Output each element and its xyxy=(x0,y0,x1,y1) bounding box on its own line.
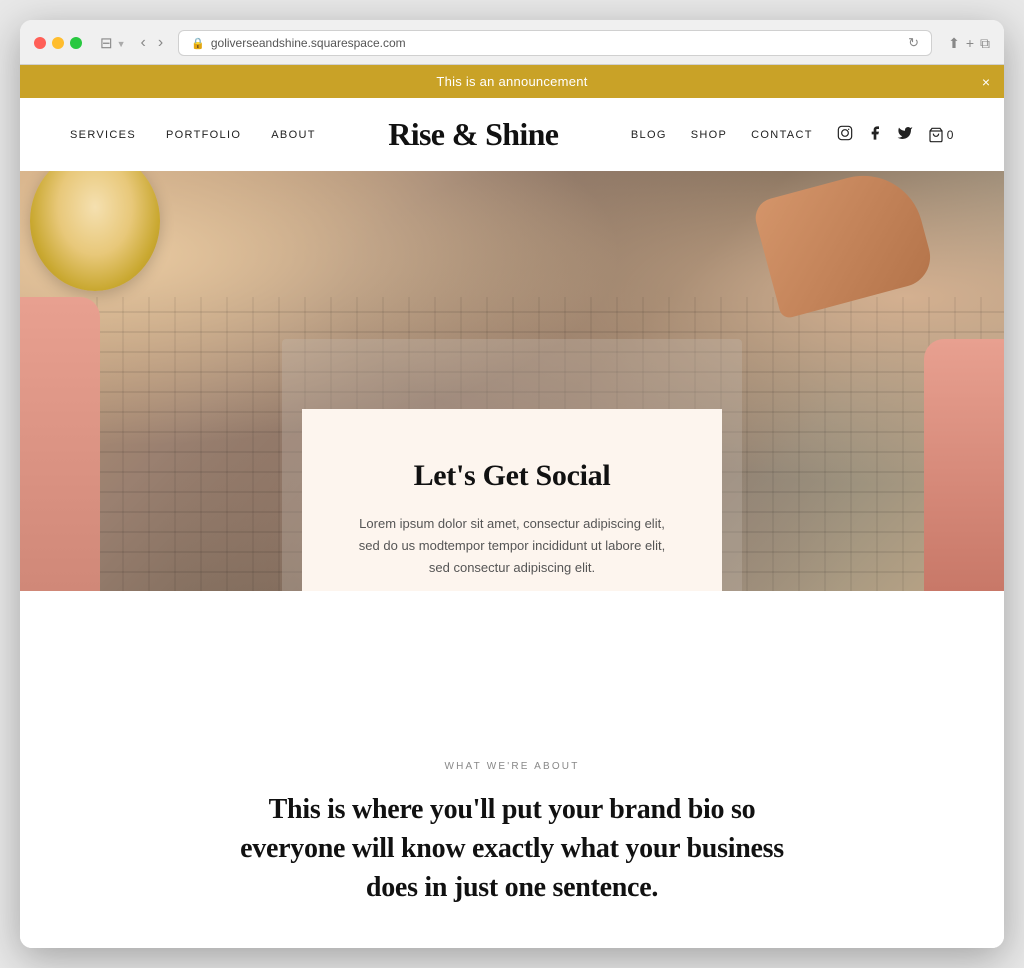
windows-button[interactable]: ⧉ xyxy=(980,35,990,52)
browser-chrome: ⊟ ▼ ‹ › 🔒 goliverseandshine.squarespace.… xyxy=(20,20,1004,65)
url-text: goliverseandshine.squarespace.com xyxy=(211,36,406,50)
nav-social-icons: 0 xyxy=(837,125,954,145)
pink-fabric-right xyxy=(924,339,1004,591)
new-tab-button[interactable]: + xyxy=(966,35,974,51)
traffic-lights xyxy=(34,37,82,49)
minimize-traffic-light[interactable] xyxy=(52,37,64,49)
browser-action-buttons: ⬆ + ⧉ xyxy=(948,35,990,52)
navigation: SERVICES PORTFOLIO ABOUT Rise & Shine BL… xyxy=(20,98,1004,171)
site-logo[interactable]: Rise & Shine xyxy=(316,116,631,153)
nav-portfolio-link[interactable]: PORTFOLIO xyxy=(166,129,241,141)
announcement-text: This is an announcement xyxy=(436,74,587,89)
forward-button[interactable]: › xyxy=(153,32,168,54)
nav-shop-link[interactable]: SHOP xyxy=(691,129,727,141)
nav-contact-link[interactable]: CONTACT xyxy=(751,129,813,141)
browser-sidebar-toggle[interactable]: ⊟ ▼ xyxy=(100,34,126,52)
announcement-close-button[interactable]: × xyxy=(982,74,990,90)
cart-button[interactable]: 0 xyxy=(927,127,954,143)
facebook-icon[interactable] xyxy=(867,125,883,145)
share-button[interactable]: ⬆ xyxy=(948,35,960,52)
social-card-title: Let's Get Social xyxy=(352,459,672,493)
announcement-bar: This is an announcement × xyxy=(20,65,1004,98)
pink-fabric-left xyxy=(20,297,100,591)
nav-services-link[interactable]: SERVICES xyxy=(70,129,136,141)
nav-blog-link[interactable]: BLOG xyxy=(631,129,667,141)
about-headline: This is where you'll put your brand bio … xyxy=(222,790,802,908)
nav-right-area: BLOG SHOP CONTACT xyxy=(631,125,954,145)
lock-icon: 🔒 xyxy=(191,37,205,50)
social-card-body: Lorem ipsum dolor sit amet, consectur ad… xyxy=(352,513,672,579)
about-label: WHAT WE'RE ABOUT xyxy=(140,761,884,772)
refresh-button[interactable]: ↻ xyxy=(908,35,919,51)
address-bar[interactable]: 🔒 goliverseandshine.squarespace.com ↻ xyxy=(178,30,932,56)
social-card: Let's Get Social Lorem ipsum dolor sit a… xyxy=(302,409,722,591)
back-button[interactable]: ‹ xyxy=(136,32,151,54)
instagram-icon[interactable] xyxy=(837,125,853,145)
browser-nav-buttons: ‹ › xyxy=(136,32,169,54)
nav-about-link[interactable]: ABOUT xyxy=(271,129,316,141)
twitter-icon[interactable] xyxy=(897,125,913,145)
nav-left-links: SERVICES PORTFOLIO ABOUT xyxy=(70,129,316,141)
site-content: This is an announcement × SERVICES PORTF… xyxy=(20,65,1004,948)
fullscreen-traffic-light[interactable] xyxy=(70,37,82,49)
hero-section: Let's Get Social Lorem ipsum dolor sit a… xyxy=(20,171,1004,591)
cart-count: 0 xyxy=(947,129,954,141)
browser-window: ⊟ ▼ ‹ › 🔒 goliverseandshine.squarespace.… xyxy=(20,20,1004,948)
about-section: WHAT WE'RE ABOUT This is where you'll pu… xyxy=(20,591,1004,948)
close-traffic-light[interactable] xyxy=(34,37,46,49)
